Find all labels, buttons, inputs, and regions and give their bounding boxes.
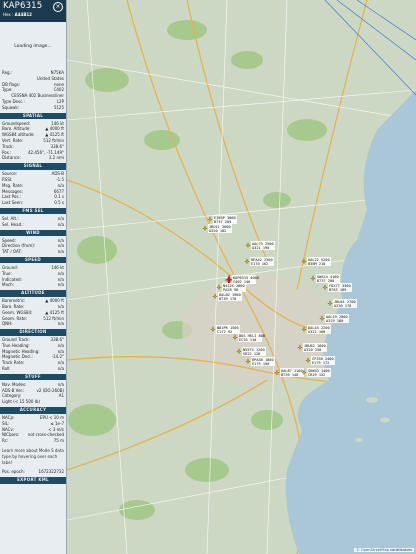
wind-value: n/a bbox=[57, 249, 64, 255]
map-canvas[interactable]: EIN3P 3000B737 205JBU11 3600A320 182AAL7… bbox=[67, 0, 416, 554]
stuff-info: Nav. Modes: n/a ADS-B Ver.: v2 (DO-260B) Cat… bbox=[0, 382, 66, 405]
accuracy-label: Rc: bbox=[2, 438, 9, 444]
aircraft-label-line: EC35 110 bbox=[239, 338, 256, 342]
aircraft-label-line: A320 182 bbox=[209, 229, 226, 233]
hex-code: Hex : A44B12 bbox=[3, 12, 32, 17]
signal-value: 0.5 s bbox=[54, 200, 64, 206]
aircraft-photo: Loading image... bbox=[0, 22, 66, 70]
aircraft-label-line: A321 168 bbox=[308, 330, 325, 334]
speed-value: n/a bbox=[57, 282, 64, 288]
direction-value: n/a bbox=[57, 366, 64, 372]
fms-info: Sel. Alt.: n/a Sel. Head.: n/a bbox=[0, 216, 66, 228]
section-stuff[interactable]: STUFF bbox=[0, 373, 66, 381]
direction-info: Ground Track: 338.6° True Heading: n/a Magne… bbox=[0, 337, 66, 372]
export-kml-button[interactable]: EXPORT KML bbox=[0, 477, 66, 484]
registry-info: Reg.: N75KA United States DB flags: none Type… bbox=[0, 70, 66, 111]
aircraft-label-line: B763 185 bbox=[329, 288, 346, 292]
stuff-label: Light (< 15 500 lb) bbox=[2, 399, 40, 405]
speed-row: Mach: n/a bbox=[0, 282, 66, 288]
section-spatial[interactable]: SPATIAL bbox=[0, 112, 66, 120]
stuff-row: Light (< 15 500 lb) bbox=[0, 399, 66, 405]
altitude-row: QNH: n/a bbox=[0, 321, 66, 327]
altitude-info: Barometric: ▲ 4000 ft Baro. Rate: n/a Geom. … bbox=[0, 298, 66, 327]
aircraft-label-line: E175 172 bbox=[312, 361, 329, 365]
accuracy-info: NACp: EPU < 10 m SIL: ≤ 1e-7 NACv: < 3 m/s NIC… bbox=[0, 415, 66, 444]
close-icon[interactable]: × bbox=[53, 2, 63, 12]
attribution-text: contributors bbox=[390, 548, 412, 552]
fms-row: Sel. Head.: n/a bbox=[0, 222, 66, 228]
altitude-label: QNH: bbox=[2, 321, 13, 327]
pos-epoch-label: Pos. epoch: bbox=[2, 469, 25, 475]
fms-value: n/a bbox=[57, 221, 64, 227]
section-wind[interactable]: WIND bbox=[0, 229, 66, 237]
aircraft-info-panel: KAP6315 × Hex : A44B12 Loading image... … bbox=[0, 0, 67, 554]
map-attribution: © OpenStreetMap contributors bbox=[354, 548, 414, 552]
map-view[interactable]: EIN3P 3000 B737 205 JBU11 3600 A320 182 AAL7… bbox=[67, 0, 416, 554]
accuracy-value: 75 m bbox=[53, 438, 64, 444]
signal-row: Last Seen: 0.5 s bbox=[0, 200, 66, 206]
registry-row: Squawk: 5125 bbox=[0, 105, 66, 111]
aircraft-label-line: A319 160 bbox=[326, 319, 343, 323]
spatial-info: Groundspeed: 146 kt Baro. Altitude: ▲ 4000 … bbox=[0, 121, 66, 162]
spatial-row: Distance: 3.2 nmi bbox=[0, 155, 66, 161]
aircraft-label-line: E175 150 bbox=[252, 362, 269, 366]
photo-loading-text: Loading image... bbox=[14, 44, 52, 49]
fms-label: Sel. Head.: bbox=[2, 221, 24, 227]
learn-more-line-2: type by hovering over each label bbox=[2, 453, 58, 465]
speed-info: Ground: 146 kt True: n/a Indicated: n/a Mach: n… bbox=[0, 265, 66, 288]
callsign: KAP6315 bbox=[3, 1, 43, 11]
aircraft-label-line: A321 190 bbox=[252, 246, 269, 250]
section-signal[interactable]: SIGNAL bbox=[0, 163, 66, 170]
direction-row: Roll: n/a bbox=[0, 366, 66, 372]
learn-more-line-1: Learn more about Mode S data bbox=[2, 448, 64, 454]
registry-label: Squawk: bbox=[2, 104, 19, 110]
signal-info: Source: ADS-B RSSI: -1.5 Msg. Rate: n/a Messag… bbox=[0, 171, 66, 206]
aircraft-label-line: B737 200 bbox=[317, 279, 334, 283]
hex-value: A44B12 bbox=[14, 12, 32, 17]
pos-epoch-row: Pos. epoch: 1672322732 bbox=[0, 469, 66, 475]
wind-label: TAT / OAT: bbox=[2, 249, 22, 255]
aircraft-label-line: B737 205 bbox=[214, 220, 231, 224]
panel-header: KAP6315 × Hex : A44B12 bbox=[0, 0, 66, 22]
wind-row: TAT / OAT: n/a bbox=[0, 249, 66, 255]
pos-epoch-value: 1672322732 bbox=[38, 469, 64, 475]
aircraft-label-line: PA28 98 bbox=[223, 288, 238, 292]
signal-label: Last Seen: bbox=[2, 200, 23, 206]
aircraft-label-line: B739 178 bbox=[219, 297, 236, 301]
aircraft-label-line: B739 140 bbox=[281, 373, 298, 377]
aircraft-label-line: SR22 120 bbox=[243, 352, 260, 356]
accuracy-row: Rc: 75 m bbox=[0, 438, 66, 444]
aircraft-label-line: B38M 210 bbox=[308, 262, 325, 266]
section-altitude[interactable]: ALTITUDE bbox=[0, 290, 66, 297]
aircraft-label-line: A220 170 bbox=[334, 304, 351, 308]
wind-info: Speed: n/a Direction (from): n/a TAT / OAT: n… bbox=[0, 238, 66, 255]
direction-label: Roll: bbox=[2, 366, 11, 372]
spatial-value: 3.2 nmi bbox=[48, 155, 64, 161]
section-speed[interactable]: SPEED bbox=[0, 256, 66, 264]
aircraft-label-line: A320 150 bbox=[304, 348, 321, 352]
aircraft-label-line: E170 162 bbox=[251, 262, 268, 266]
spatial-label: Distance: bbox=[2, 155, 21, 161]
section-direction[interactable]: DIRECTION bbox=[0, 329, 66, 336]
hex-label: Hex : bbox=[3, 12, 14, 17]
speed-label: Mach: bbox=[2, 282, 14, 288]
section-accuracy[interactable]: ACCURACY bbox=[0, 407, 66, 414]
altitude-value: n/a bbox=[57, 321, 64, 327]
aircraft-label-line: C172 92 bbox=[217, 330, 232, 334]
osm-attribution-link[interactable]: © OpenStreetMap bbox=[356, 548, 389, 552]
registry-value: 5125 bbox=[53, 104, 64, 110]
aircraft-label-line: CRJ9 152 bbox=[308, 373, 325, 377]
section-fms-sel[interactable]: FMS SEL bbox=[0, 207, 66, 215]
